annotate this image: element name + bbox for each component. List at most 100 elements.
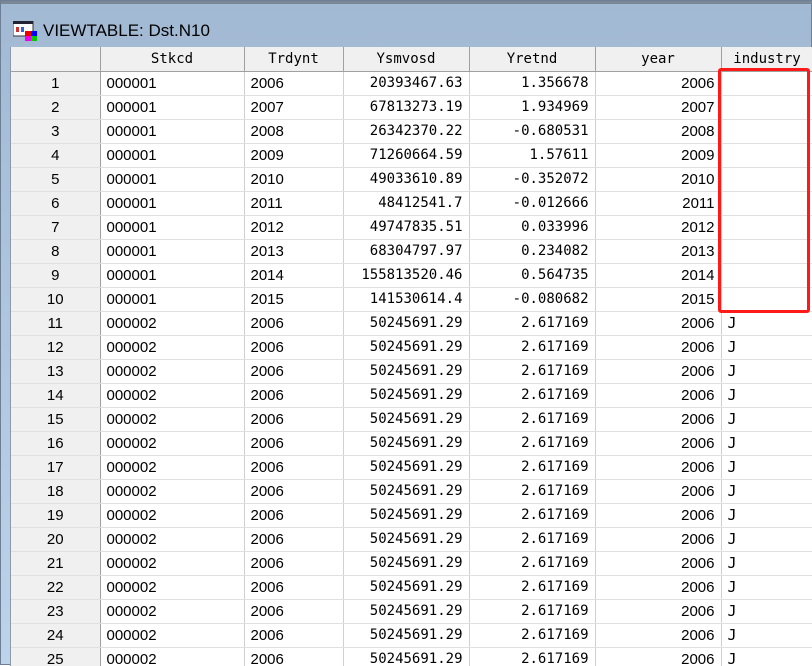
cell-yretnd[interactable]: 0.033996 [469, 215, 596, 240]
cell-ysmvosd[interactable]: 49033610.89 [343, 167, 470, 192]
cell-stkcd[interactable]: 000002 [100, 335, 245, 360]
cell-year[interactable]: 2006 [595, 455, 722, 480]
cell-yretnd[interactable]: 2.617169 [469, 407, 596, 432]
cell-year[interactable]: 2009 [595, 143, 722, 168]
column-header-year[interactable]: year [595, 47, 722, 72]
cell-yretnd[interactable]: -0.680531 [469, 119, 596, 144]
cell-industry[interactable] [721, 167, 812, 192]
row-number[interactable]: 17 [11, 455, 101, 480]
cell-trdynt[interactable]: 2006 [244, 647, 344, 666]
cell-industry[interactable] [721, 143, 812, 168]
cell-stkcd[interactable]: 000002 [100, 599, 245, 624]
cell-yretnd[interactable]: 2.617169 [469, 647, 596, 666]
cell-year[interactable]: 2006 [595, 407, 722, 432]
cell-yretnd[interactable]: 2.617169 [469, 527, 596, 552]
column-header-stkcd[interactable]: Stkcd [100, 47, 245, 72]
cell-yretnd[interactable]: 2.617169 [469, 503, 596, 528]
cell-yretnd[interactable]: 1.356678 [469, 71, 596, 96]
cell-trdynt[interactable]: 2006 [244, 503, 344, 528]
column-header-trdynt[interactable]: Trdynt [244, 47, 344, 72]
title-bar[interactable]: VIEWTABLE: Dst.N10 [13, 17, 210, 45]
cell-stkcd[interactable]: 000002 [100, 359, 245, 384]
row-number[interactable]: 8 [11, 239, 101, 264]
cell-ysmvosd[interactable]: 48412541.7 [343, 191, 470, 216]
cell-stkcd[interactable]: 000002 [100, 503, 245, 528]
cell-stkcd[interactable]: 000002 [100, 575, 245, 600]
cell-stkcd[interactable]: 000002 [100, 311, 245, 336]
cell-ysmvosd[interactable]: 141530614.4 [343, 287, 470, 312]
cell-stkcd[interactable]: 000001 [100, 263, 245, 288]
cell-stkcd[interactable]: 000002 [100, 431, 245, 456]
column-header-yretnd[interactable]: Yretnd [469, 47, 596, 72]
table-row[interactable]: 3 000001 2008 26342370.22 -0.680531 2008 [11, 119, 812, 144]
cell-trdynt[interactable]: 2007 [244, 95, 344, 120]
table-row[interactable]: 15 000002 2006 50245691.29 2.617169 2006 J [11, 407, 812, 432]
cell-trdynt[interactable]: 2006 [244, 431, 344, 456]
table-row[interactable]: 22 000002 2006 50245691.29 2.617169 2006 J [11, 575, 812, 600]
row-number[interactable]: 14 [11, 383, 101, 408]
cell-ysmvosd[interactable]: 71260664.59 [343, 143, 470, 168]
cell-industry[interactable]: J [721, 311, 812, 336]
row-number[interactable]: 16 [11, 431, 101, 456]
table-row[interactable]: 21 000002 2006 50245691.29 2.617169 2006 J [11, 551, 812, 576]
cell-year[interactable]: 2015 [595, 287, 722, 312]
table-row[interactable]: 4 000001 2009 71260664.59 1.57611 2009 [11, 143, 812, 168]
cell-trdynt[interactable]: 2006 [244, 335, 344, 360]
row-number[interactable]: 23 [11, 599, 101, 624]
cell-trdynt[interactable]: 2015 [244, 287, 344, 312]
cell-stkcd[interactable]: 000002 [100, 623, 245, 648]
cell-yretnd[interactable]: 2.617169 [469, 623, 596, 648]
cell-stkcd[interactable]: 000002 [100, 647, 245, 666]
row-number[interactable]: 3 [11, 119, 101, 144]
row-number[interactable]: 15 [11, 407, 101, 432]
corner-header[interactable] [11, 47, 101, 72]
table-row[interactable]: 16 000002 2006 50245691.29 2.617169 2006 J [11, 431, 812, 456]
table-row[interactable]: 1 000001 2006 20393467.63 1.356678 2006 [11, 71, 812, 96]
cell-year[interactable]: 2010 [595, 167, 722, 192]
cell-trdynt[interactable]: 2014 [244, 263, 344, 288]
cell-trdynt[interactable]: 2006 [244, 623, 344, 648]
cell-stkcd[interactable]: 000002 [100, 455, 245, 480]
cell-industry[interactable]: J [721, 407, 812, 432]
cell-year[interactable]: 2006 [595, 359, 722, 384]
cell-year[interactable]: 2012 [595, 215, 722, 240]
cell-industry[interactable] [721, 263, 812, 288]
table-row[interactable]: 14 000002 2006 50245691.29 2.617169 2006 J [11, 383, 812, 408]
cell-trdynt[interactable]: 2006 [244, 383, 344, 408]
data-grid[interactable]: Stkcd Trdynt Ysmvosd Yretnd year industry 1 00… [10, 47, 812, 666]
cell-ysmvosd[interactable]: 50245691.29 [343, 407, 470, 432]
cell-trdynt[interactable]: 2008 [244, 119, 344, 144]
table-row[interactable]: 24 000002 2006 50245691.29 2.617169 2006 J [11, 623, 812, 648]
table-row[interactable]: 10 000001 2015 141530614.4 -0.080682 2015 [11, 287, 812, 312]
cell-industry[interactable] [721, 119, 812, 144]
cell-trdynt[interactable]: 2006 [244, 311, 344, 336]
cell-industry[interactable]: J [721, 647, 812, 666]
cell-trdynt[interactable]: 2006 [244, 71, 344, 96]
cell-ysmvosd[interactable]: 50245691.29 [343, 575, 470, 600]
cell-stkcd[interactable]: 000002 [100, 551, 245, 576]
table-row[interactable]: 13 000002 2006 50245691.29 2.617169 2006 J [11, 359, 812, 384]
cell-ysmvosd[interactable]: 50245691.29 [343, 623, 470, 648]
cell-year[interactable]: 2007 [595, 95, 722, 120]
cell-industry[interactable]: J [721, 503, 812, 528]
cell-year[interactable]: 2006 [595, 71, 722, 96]
cell-industry[interactable]: J [721, 431, 812, 456]
cell-year[interactable]: 2006 [595, 479, 722, 504]
cell-yretnd[interactable]: 2.617169 [469, 383, 596, 408]
cell-industry[interactable]: J [721, 575, 812, 600]
cell-year[interactable]: 2006 [595, 647, 722, 666]
table-row[interactable]: 19 000002 2006 50245691.29 2.617169 2006 J [11, 503, 812, 528]
row-number[interactable]: 13 [11, 359, 101, 384]
cell-stkcd[interactable]: 000001 [100, 167, 245, 192]
row-number[interactable]: 24 [11, 623, 101, 648]
row-number[interactable]: 4 [11, 143, 101, 168]
cell-trdynt[interactable]: 2011 [244, 191, 344, 216]
row-number[interactable]: 20 [11, 527, 101, 552]
cell-trdynt[interactable]: 2006 [244, 359, 344, 384]
cell-year[interactable]: 2008 [595, 119, 722, 144]
cell-ysmvosd[interactable]: 50245691.29 [343, 503, 470, 528]
cell-industry[interactable]: J [721, 479, 812, 504]
table-row[interactable]: 2 000001 2007 67813273.19 1.934969 2007 [11, 95, 812, 120]
cell-industry[interactable]: J [721, 359, 812, 384]
cell-industry[interactable]: J [721, 455, 812, 480]
